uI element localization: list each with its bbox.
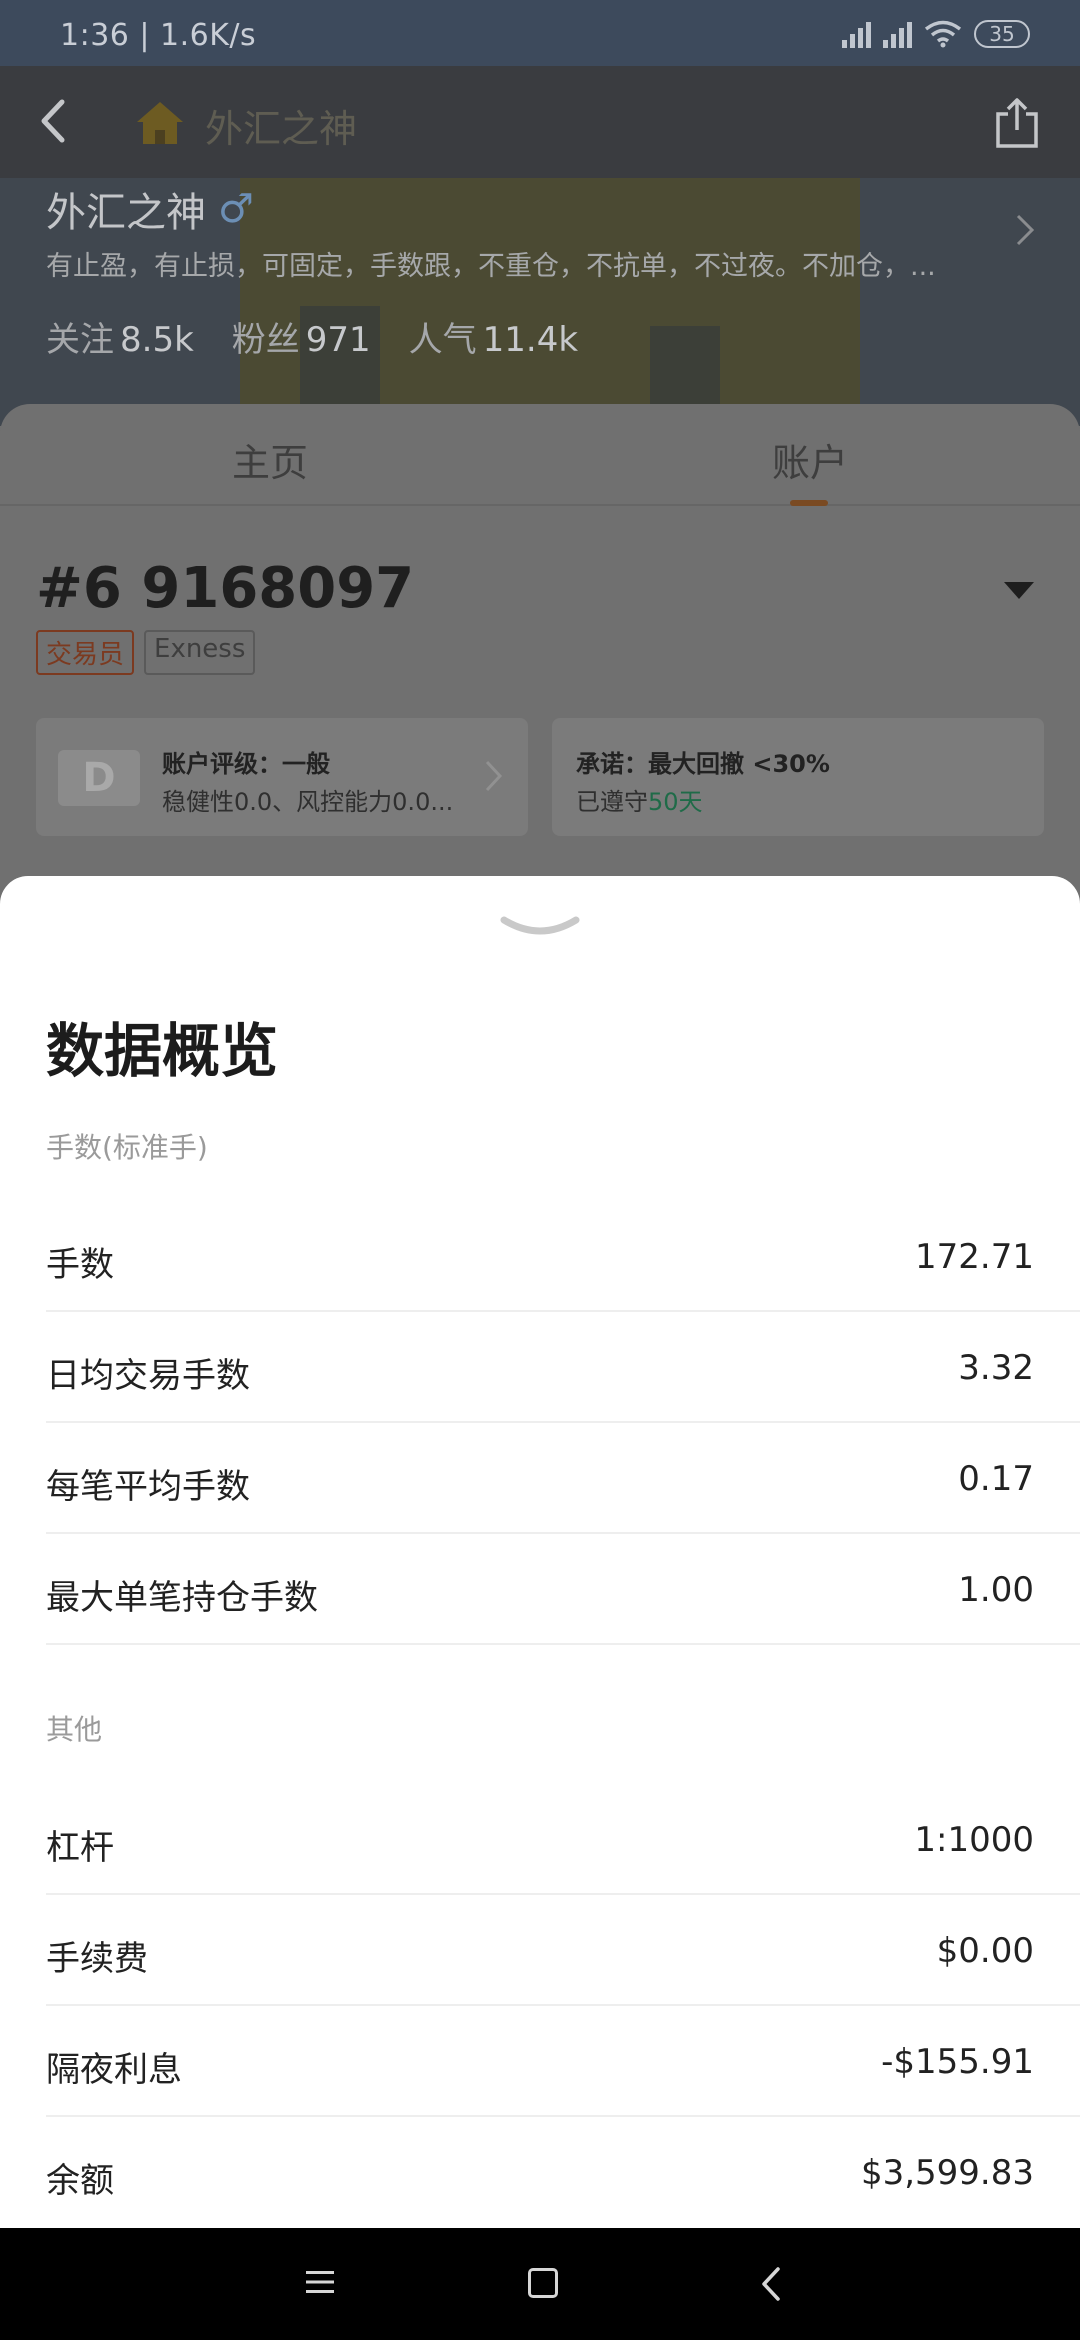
sheet-title: 数据概览 [46, 1017, 279, 1085]
row-swap: 隔夜利息 -$155.91 [46, 2006, 1080, 2117]
home-button-icon[interactable] [528, 2268, 558, 2298]
account-tags: 交易员 Exness [36, 630, 256, 675]
section-label-other: 其他 [46, 1713, 103, 1746]
row-avg-lots-per-trade: 每笔平均手数 0.17 [46, 1423, 1080, 1534]
account-number: #6 9168097 [36, 556, 415, 621]
row-max-single-position: 最大单笔持仓手数 1.00 [46, 1534, 1080, 1645]
rating-title: 账户评级：一般 [162, 750, 330, 778]
row-leverage: 杠杆 1:1000 [46, 1784, 1080, 1895]
tab-bar: 主页 账户 [0, 404, 1080, 506]
back-icon[interactable] [30, 96, 80, 146]
grade-badge: D [58, 750, 140, 806]
promise-card[interactable]: 承诺：最大回撤 <30% 已遵守50天 [552, 718, 1044, 836]
account-rating-card[interactable]: D 账户评级：一般 稳健性0.0、风控能力0.0... [36, 718, 528, 836]
recent-apps-icon[interactable] [306, 2270, 334, 2294]
chevron-right-icon[interactable] [1010, 210, 1040, 250]
collapse-chevron-icon[interactable] [500, 912, 580, 942]
stat-popularity: 人气 11.4k [408, 320, 579, 360]
section-label-lots: 手数(标准手) [46, 1131, 208, 1164]
profile-stats: 关注 8.5k 粉丝 971 人气 11.4k [46, 312, 578, 361]
wifi-icon [924, 20, 962, 48]
broker-tag: Exness [144, 630, 256, 675]
stat-following[interactable]: 关注 8.5k [46, 312, 194, 361]
home-icon [137, 102, 183, 144]
page-title: 外汇之神 [205, 107, 358, 151]
profile-name-row: 外汇之神 ♂ [46, 180, 254, 238]
row-balance: 余额 $3,599.83 [46, 2153, 1034, 2201]
tab-home[interactable]: 主页 [232, 432, 308, 487]
background-page: 1:36 | 1.6K/s 35 外汇之神 外汇之神 ♂ 有止盈，有止损，可固定… [0, 0, 1080, 904]
back-nav-icon[interactable] [758, 2266, 784, 2302]
share-icon[interactable] [992, 96, 1042, 150]
tab-account[interactable]: 账户 [772, 432, 848, 487]
battery-indicator: 35 [974, 20, 1030, 48]
hd-signal-icon [842, 20, 871, 48]
promise-status: 已遵守50天 [576, 788, 703, 816]
top-nav-bar: 外汇之神 [0, 66, 1080, 178]
row-commission: 手续费 $0.00 [46, 1895, 1080, 2006]
stat-followers[interactable]: 粉丝 971 [232, 312, 371, 361]
profile-bio[interactable]: 有止盈，有止损，可固定，手数跟，不重仓，不抗单，不过夜。不加仓，... [46, 244, 976, 283]
trader-tag: 交易员 [36, 630, 135, 675]
chevron-right-icon [485, 760, 503, 792]
male-gender-icon: ♂ [218, 186, 254, 232]
status-time: 1:36 | 1.6K/s [60, 18, 257, 53]
status-icons: 35 [842, 20, 1030, 48]
signal-icon [883, 20, 912, 48]
profile-name: 外汇之神 [46, 190, 206, 236]
system-navigation-bar [0, 2228, 1080, 2340]
rating-subtitle: 稳健性0.0、风控能力0.0... [162, 788, 454, 816]
active-tab-indicator [790, 500, 828, 506]
status-bar: 1:36 | 1.6K/s 35 [0, 0, 1080, 66]
data-overview-sheet: 数据概览 手数(标准手) 手数 172.71 日均交易手数 3.32 每笔平均手… [0, 876, 1080, 2228]
promise-title: 承诺：最大回撤 <30% [576, 750, 830, 778]
dropdown-arrow-icon[interactable] [1004, 582, 1034, 599]
promise-days: 50天 [648, 788, 703, 816]
row-daily-avg-lots: 日均交易手数 3.32 [46, 1312, 1080, 1423]
row-lots: 手数 172.71 [46, 1201, 1080, 1312]
